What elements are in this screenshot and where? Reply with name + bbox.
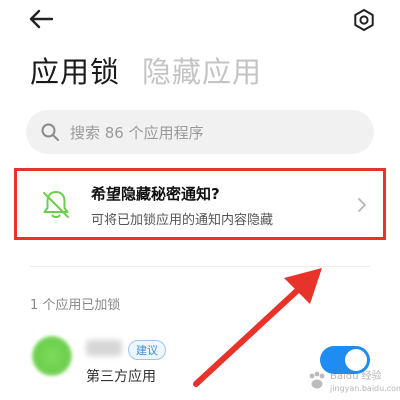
app-name-redacted [86, 340, 122, 356]
gear-icon [354, 9, 374, 31]
app-category: 第三方应用 [86, 369, 156, 385]
tab-app-lock[interactable]: 应用锁 [30, 52, 120, 92]
watermark: Baidu 经验 jingyan.baidu.com [304, 368, 400, 396]
chevron-right-icon [358, 198, 366, 212]
back-button[interactable] [28, 8, 54, 30]
search-bar[interactable] [26, 110, 374, 156]
search-input[interactable] [68, 110, 362, 156]
hide-notifications-card[interactable]: 希望隐藏秘密通知? 可将已加锁应用的通知内容隐藏 [14, 168, 386, 240]
settings-button[interactable] [352, 8, 376, 32]
top-bar [0, 0, 400, 40]
notify-card-title: 希望隐藏秘密通知? [91, 185, 220, 203]
tab-hidden-apps[interactable]: 隐藏应用 [142, 52, 262, 92]
divider [30, 266, 370, 267]
tab-bar: 应用锁 隐藏应用 [30, 52, 262, 96]
app-icon [32, 336, 72, 376]
watermark-url: jingyan.baidu.com [330, 384, 400, 393]
paw-icon [309, 371, 325, 389]
suggested-badge: 建议 [128, 340, 166, 360]
bell-off-icon [43, 191, 69, 218]
notify-card-subtitle: 可将已加锁应用的通知内容隐藏 [91, 213, 274, 228]
locked-apps-count: 1 个应用已加锁 [30, 298, 121, 313]
arrow-left-icon [29, 9, 54, 29]
search-icon [41, 123, 59, 141]
